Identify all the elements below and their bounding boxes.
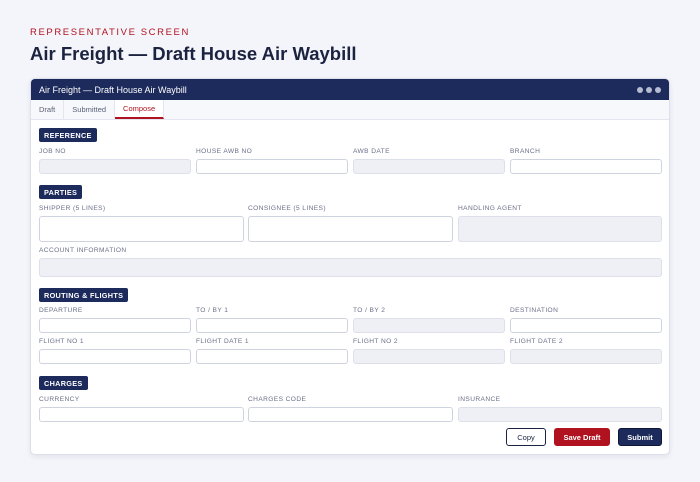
section-label-routing: ROUTING & FLIGHTS (39, 288, 129, 302)
window-dot-icon[interactable] (646, 86, 652, 93)
field-label-flight-no-1: FLIGHT NO 1 (39, 338, 84, 345)
field-label-currency: CURRENCY (39, 396, 80, 403)
section-label-charges: CHARGES (39, 376, 88, 390)
handling-agent-field[interactable] (458, 216, 662, 242)
departure-field[interactable] (39, 318, 191, 333)
field-label-account-information: ACCOUNT INFORMATION (39, 247, 127, 254)
app-window: Air Freight — Draft House Air Waybill Dr… (30, 78, 670, 455)
flight-no-1-field[interactable] (39, 349, 191, 364)
tab-submitted[interactable]: Submitted (64, 100, 116, 119)
field-label-charges-code: CHARGES CODE (248, 396, 307, 403)
field-label-house-awb-no: HOUSE AWB NO (196, 148, 253, 155)
job-no-field[interactable] (39, 159, 191, 174)
house-awb-no-field[interactable] (196, 159, 348, 174)
field-label-to-by-2: TO / BY 2 (353, 307, 386, 314)
consignee-field[interactable] (248, 216, 453, 242)
field-label-job-no: JOB NO (39, 148, 66, 155)
window-dot-icon[interactable] (655, 86, 661, 93)
flight-date-2-field[interactable] (510, 349, 662, 364)
awb-date-field[interactable] (353, 159, 505, 174)
window-titlebar: Air Freight — Draft House Air Waybill (31, 79, 669, 100)
flight-date-1-field[interactable] (196, 349, 348, 364)
tab-compose[interactable]: Compose (115, 100, 165, 119)
page-title: Air Freight — Draft House Air Waybill (30, 43, 357, 64)
insurance-field[interactable] (458, 407, 662, 422)
section-label-parties: PARTIES (39, 185, 83, 199)
flight-no-2-field[interactable] (353, 349, 505, 364)
page-eyebrow: REPRESENTATIVE SCREEN (30, 27, 190, 38)
account-information-field[interactable] (39, 258, 662, 277)
field-label-handling-agent: HANDLING AGENT (458, 205, 522, 212)
copy-button[interactable]: Copy (506, 428, 546, 446)
window-dot-icon[interactable] (637, 86, 643, 93)
field-label-flight-no-2: FLIGHT NO 2 (353, 338, 398, 345)
field-label-departure: DEPARTURE (39, 307, 83, 314)
field-label-destination: DESTINATION (510, 307, 559, 314)
window-title: Air Freight — Draft House Air Waybill (39, 84, 187, 95)
field-label-flight-date-1: FLIGHT DATE 1 (196, 338, 249, 345)
currency-field[interactable] (39, 407, 244, 422)
field-label-flight-date-2: FLIGHT DATE 2 (510, 338, 563, 345)
destination-field[interactable] (510, 318, 662, 333)
save-draft-button[interactable]: Save Draft (554, 428, 610, 446)
field-label-branch: BRANCH (510, 148, 541, 155)
section-label-reference: REFERENCE (39, 128, 97, 142)
field-label-to-by-1: TO / BY 1 (196, 307, 229, 314)
field-label-consignee: CONSIGNEE (5 LINES) (248, 205, 326, 212)
to-by-2-field[interactable] (353, 318, 505, 333)
field-label-insurance: INSURANCE (458, 396, 501, 403)
tab-draft[interactable]: Draft (31, 100, 65, 119)
branch-field[interactable] (510, 159, 662, 174)
submit-button[interactable]: Submit (618, 428, 662, 446)
charges-code-field[interactable] (248, 407, 453, 422)
field-label-awb-date: AWB DATE (353, 148, 390, 155)
to-by-1-field[interactable] (196, 318, 348, 333)
tab-bar: Draft Submitted Compose (31, 100, 669, 120)
window-controls (637, 86, 661, 93)
field-label-shipper: SHIPPER (5 LINES) (39, 205, 106, 212)
shipper-field[interactable] (39, 216, 244, 242)
